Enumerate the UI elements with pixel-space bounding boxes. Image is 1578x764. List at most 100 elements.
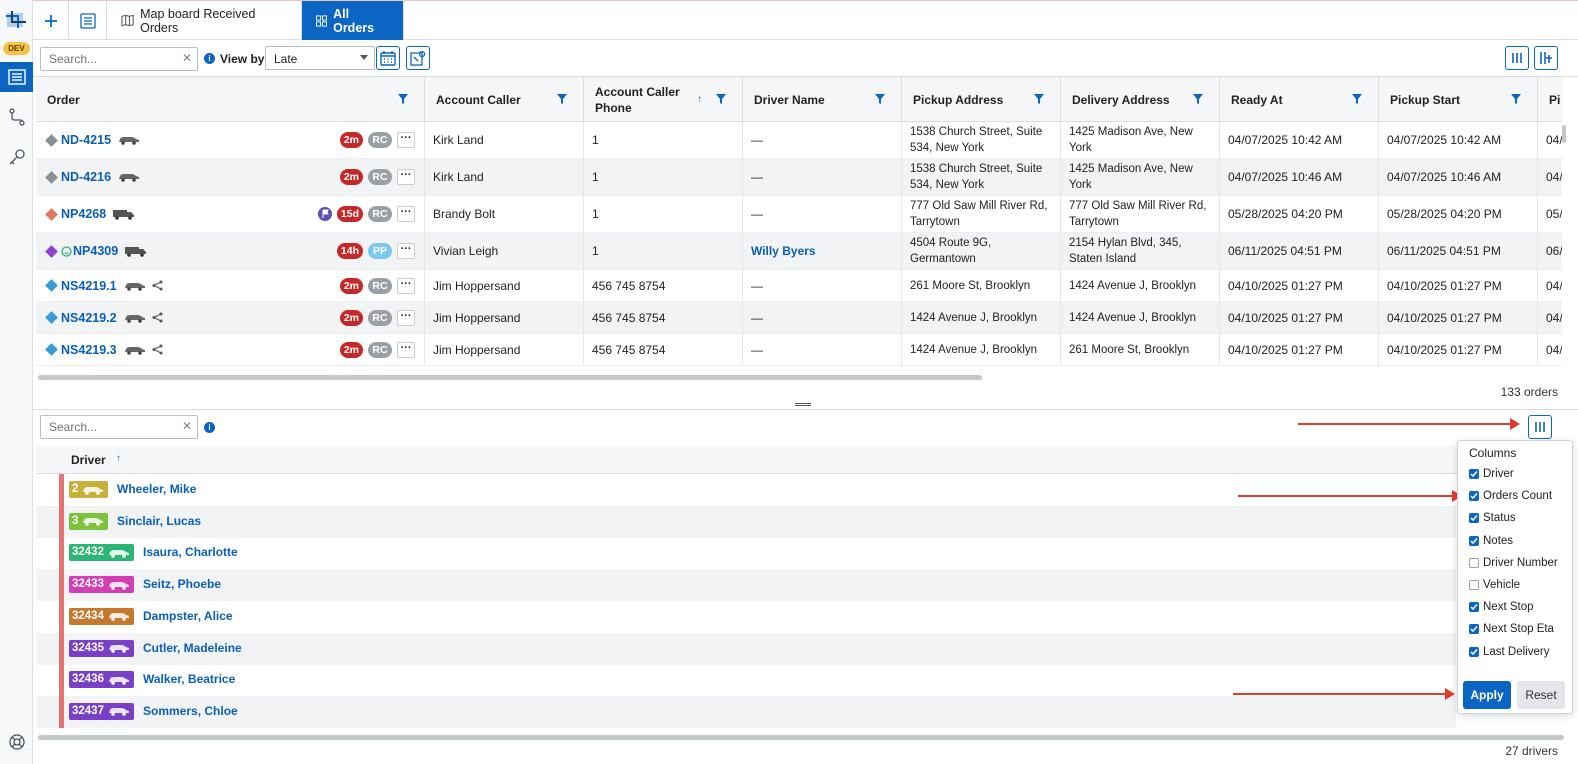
col-order[interactable]: Order (36, 77, 425, 122)
clear-icon[interactable]: ✕ (182, 51, 192, 65)
table-row[interactable]: NS4219.2 2m RC ··· Jim Hoppersand 456 745 875… (36, 302, 1562, 334)
table-row[interactable]: NP4309 14h PP ··· Vivian Leigh 1 Willy Byers 45… (36, 233, 1562, 270)
filter-icon[interactable] (1352, 94, 1362, 104)
list-item[interactable]: 32437 Sommers, Chloe (36, 695, 1456, 728)
nav-keys[interactable] (0, 142, 33, 172)
column-option[interactable]: Orders Count (1469, 488, 1552, 504)
filter-icon[interactable] (398, 94, 408, 104)
column-option[interactable]: Driver (1469, 466, 1514, 482)
list-item[interactable]: 32436 Walker, Beatrice (36, 664, 1456, 697)
col-ready-at[interactable]: Ready At (1220, 77, 1379, 122)
driver-name-link[interactable]: Isaura, Charlotte (143, 545, 238, 559)
col-account-caller-phone[interactable]: Account Caller Phone ↑ (584, 77, 743, 122)
sort-asc-icon[interactable]: ↑ (697, 92, 702, 108)
column-option[interactable]: Vehicle (1469, 577, 1520, 593)
list-item[interactable]: 2 Wheeler, Mike (36, 474, 1456, 506)
more-icon[interactable]: ··· (397, 206, 415, 222)
pane-splitter-handle[interactable] (795, 403, 811, 406)
filter-icon[interactable] (716, 94, 726, 104)
driver-name-link[interactable]: Cutler, Madeleine (143, 641, 242, 655)
list-item[interactable]: 32435 Cutler, Madeleine (36, 632, 1456, 665)
more-icon[interactable]: ··· (397, 277, 415, 294)
map-view-button[interactable] (406, 46, 430, 70)
calendar-button[interactable] (376, 46, 400, 70)
order-id-link[interactable]: NS4219.3 (61, 342, 117, 358)
driver-name-link[interactable]: Walker, Beatrice (143, 672, 235, 686)
driver-link[interactable]: Willy Byers (751, 243, 816, 259)
table-row[interactable]: NS4219.3 2m RC ··· Jim Hoppersand 456 745 875… (36, 334, 1562, 366)
nav-orders-list[interactable] (0, 62, 33, 92)
driver-name-link[interactable]: Seitz, Phoebe (143, 577, 221, 591)
table-row[interactable]: NS4219.1 2m RC ··· Jim Hoppersand 456 745 875… (36, 270, 1562, 302)
column-option[interactable]: Last Delivery (1469, 644, 1549, 660)
order-id-link[interactable]: NP4309 (73, 243, 118, 259)
order-id-link[interactable]: ND-4215 (61, 132, 111, 148)
more-icon[interactable]: ··· (397, 309, 415, 326)
info-icon[interactable]: i (204, 53, 215, 64)
horizontal-scrollbar[interactable] (38, 735, 1564, 740)
order-id-link[interactable]: ND-4216 (61, 169, 111, 185)
checkbox[interactable] (1469, 491, 1479, 502)
export-button[interactable] (1534, 46, 1558, 70)
filter-icon[interactable] (1034, 94, 1044, 104)
nav-help[interactable] (0, 727, 33, 757)
orders-search[interactable]: ✕ (40, 47, 198, 71)
driver-name-link[interactable]: Wheeler, Mike (117, 482, 196, 496)
more-icon[interactable]: ··· (397, 169, 415, 185)
column-option[interactable]: Driver Number (1469, 555, 1558, 571)
table-row[interactable]: NP4268 15d RC ··· Brandy Bolt 1 — 777 Old Saw M… (36, 196, 1562, 233)
driver-name-link[interactable]: Sinclair, Lucas (117, 514, 201, 528)
col-pickup-end[interactable]: Pi (1538, 77, 1562, 122)
checkbox[interactable] (1469, 513, 1479, 524)
table-row[interactable]: ND-4216 2m RC ··· Kirk Land 1 — 1538 Church Str… (36, 159, 1562, 196)
horizontal-scrollbar[interactable] (38, 375, 982, 380)
checkbox[interactable] (1469, 602, 1479, 613)
col-driver-name[interactable]: Driver Name (743, 77, 902, 122)
column-option[interactable]: Next Stop Eta (1469, 621, 1554, 637)
order-id-link[interactable]: NS4219.1 (61, 278, 117, 294)
table-row[interactable]: ND-4215 2m RC ··· Kirk Land 1 — 1538 Church Str… (36, 122, 1562, 159)
more-icon[interactable]: ··· (397, 341, 415, 358)
checkbox[interactable] (1469, 557, 1479, 568)
orders-search-input[interactable] (41, 48, 171, 70)
checkbox[interactable] (1469, 624, 1479, 635)
clear-icon[interactable]: ✕ (182, 419, 192, 433)
col-pickup-address[interactable]: Pickup Address (902, 77, 1061, 122)
checkbox[interactable] (1469, 535, 1479, 546)
tab-list-button[interactable] (69, 1, 107, 40)
info-icon[interactable]: i (204, 422, 215, 433)
view-by-select[interactable]: Late (265, 46, 375, 70)
driver-name-link[interactable]: Dampster, Alice (143, 609, 233, 623)
reset-button[interactable]: Reset (1517, 681, 1565, 709)
checkbox[interactable] (1469, 646, 1479, 657)
filter-icon[interactable] (557, 94, 567, 104)
col-pickup-start[interactable]: Pickup Start (1379, 77, 1538, 122)
col-driver[interactable]: Driver (71, 453, 106, 467)
app-logo-icon[interactable] (4, 8, 28, 32)
drivers-columns-button[interactable] (1528, 415, 1552, 439)
drivers-search-input[interactable] (41, 416, 171, 438)
more-icon[interactable]: ··· (397, 132, 415, 148)
column-option[interactable]: Next Stop (1469, 599, 1534, 615)
col-account-caller[interactable]: Account Caller (425, 77, 584, 122)
filter-icon[interactable] (875, 94, 885, 104)
checkbox[interactable] (1469, 469, 1479, 479)
list-item[interactable]: 32433 Seitz, Phoebe (36, 569, 1456, 602)
filter-icon[interactable] (1511, 94, 1521, 104)
order-id-link[interactable]: NS4219.2 (61, 310, 117, 326)
tab-map-board[interactable]: Map board Received Orders (107, 1, 302, 40)
drivers-search[interactable]: ✕ (40, 415, 198, 439)
driver-name-link[interactable]: Sommers, Chloe (143, 704, 238, 718)
order-id-link[interactable]: NP4268 (61, 206, 106, 222)
column-option[interactable]: Notes (1469, 533, 1513, 549)
nav-routes[interactable] (0, 102, 33, 132)
more-icon[interactable]: ··· (397, 243, 415, 259)
vertical-scrollbar[interactable] (1562, 125, 1566, 143)
list-item[interactable]: 3 Sinclair, Lucas (36, 505, 1456, 538)
column-option[interactable]: Status (1469, 510, 1516, 526)
apply-button[interactable]: Apply (1463, 681, 1511, 709)
tab-all-orders[interactable]: All Orders (302, 1, 404, 40)
list-item[interactable]: 32434 Dampster, Alice (36, 600, 1456, 633)
add-tab-button[interactable] (33, 1, 69, 40)
columns-button[interactable] (1505, 46, 1529, 70)
